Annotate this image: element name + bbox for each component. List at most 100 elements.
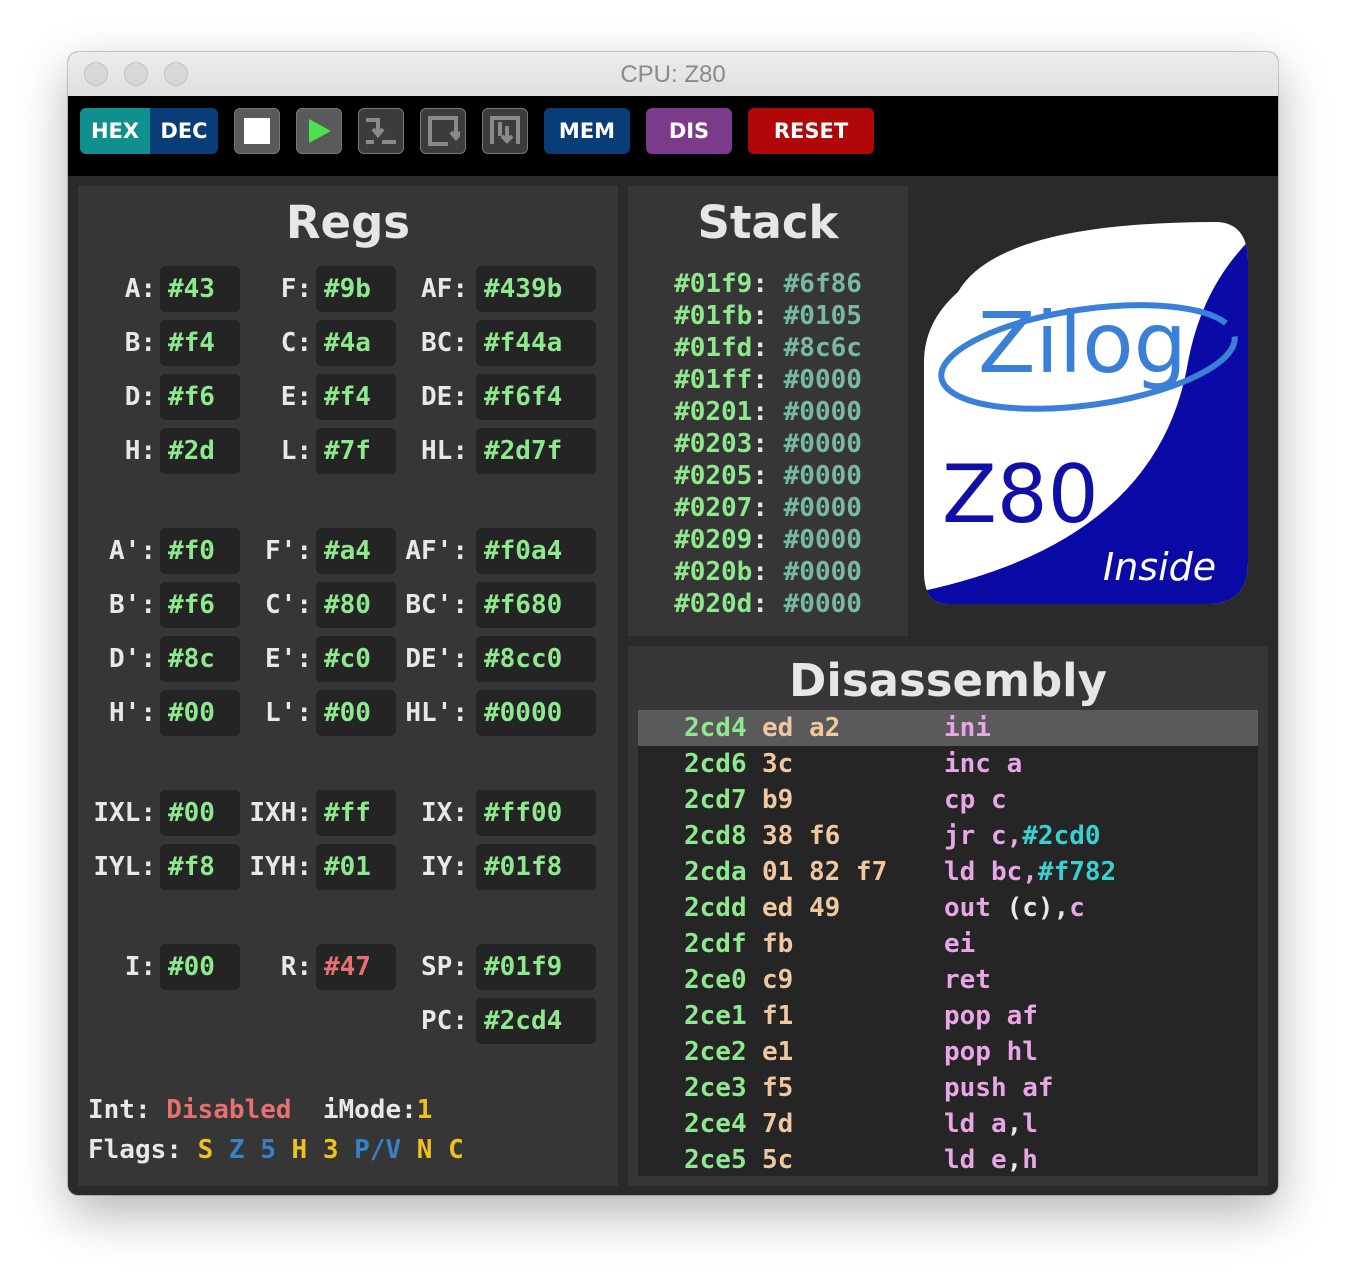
register-label: DE': <box>405 644 468 674</box>
disasm-address: 2cd4 <box>684 713 747 743</box>
register-value[interactable]: #f4 <box>316 374 396 420</box>
register-value[interactable]: #01 <box>316 844 396 890</box>
register-label: IYH: <box>249 852 312 882</box>
disasm-address: 2cda <box>684 857 747 887</box>
disasm-bytes: f5 <box>762 1073 794 1103</box>
imode-label: iMode: <box>322 1095 417 1125</box>
disasm-row[interactable]: 2cda 01 82 f7 ld bc,#f782 <box>638 854 1258 890</box>
disasm-row[interactable]: 2ce5 5c ld e,h <box>638 1142 1258 1176</box>
run-button[interactable] <box>296 108 342 154</box>
register-value[interactable]: #00 <box>160 944 240 990</box>
register-label: IXL: <box>93 798 156 828</box>
register-label: E': <box>265 644 312 674</box>
register-value[interactable]: #0000 <box>476 690 596 736</box>
register-value[interactable]: #4a <box>316 320 396 366</box>
disasm-row[interactable]: 2cdd ed 49 out (c),c <box>638 890 1258 926</box>
reset-button[interactable]: RESET <box>748 108 874 154</box>
register-label: SP: <box>421 952 468 982</box>
window-title: CPU: Z80 <box>620 61 726 88</box>
disasm-operand: (c), <box>1006 893 1070 923</box>
disasm-row[interactable]: 2cd6 3c inc a <box>638 746 1258 782</box>
register-value[interactable]: #439b <box>476 266 596 312</box>
register-label: PC: <box>421 1006 468 1036</box>
stack-value: #6f86 <box>783 269 862 299</box>
register-value[interactable]: #f6 <box>160 374 240 420</box>
register-value[interactable]: #9b <box>316 266 396 312</box>
disasm-row[interactable]: 2ce4 7d ld a,l <box>638 1106 1258 1142</box>
register-value[interactable]: #00 <box>316 690 396 736</box>
step-out-icon <box>490 116 520 144</box>
register-value[interactable]: #2cd4 <box>476 998 596 1044</box>
registers-title: Regs <box>285 196 411 249</box>
disasm-opcode: ei <box>944 929 976 959</box>
stack-address: #020b <box>674 557 753 587</box>
stack-entry: #020b: #0000 <box>628 556 908 588</box>
register-value[interactable]: #f44a <box>476 320 596 366</box>
stack-separator: : <box>752 397 784 427</box>
register-value[interactable]: #a4 <box>316 528 396 574</box>
register-value[interactable]: #f6f4 <box>476 374 596 420</box>
register-value[interactable]: #f0a4 <box>476 528 596 574</box>
disasm-instruction: pop hl <box>944 1034 1038 1070</box>
disasm-operand: , <box>1006 1109 1023 1139</box>
register-value[interactable]: #f4 <box>160 320 240 366</box>
disasm-row[interactable]: 2ce1 f1 pop af <box>638 998 1258 1034</box>
disasm-row[interactable]: 2ce0 c9 ret <box>638 962 1258 998</box>
register-value[interactable]: #43 <box>160 266 240 312</box>
flag-pv: P/V <box>354 1135 402 1165</box>
stack-entry: #0207: #0000 <box>628 492 908 524</box>
stack-address: #0209 <box>674 525 753 555</box>
register-value[interactable]: #2d <box>160 428 240 474</box>
step-over-icon <box>366 118 396 144</box>
disasm-row[interactable]: 2cd8 38 f6 jr c,#2cd0 <box>638 818 1258 854</box>
interrupt-status: Int: Disabled iMode:1 <box>88 1090 432 1130</box>
register-value[interactable]: #00 <box>160 790 240 836</box>
step-into-button[interactable] <box>420 108 466 154</box>
register-value[interactable]: #01f8 <box>476 844 596 890</box>
dec-toggle-button[interactable]: DEC <box>150 108 218 154</box>
step-over-button[interactable] <box>358 108 404 154</box>
register-value[interactable]: #47 <box>316 944 396 990</box>
disasm-register-operand: l <box>1022 1109 1038 1139</box>
stack-entry: #0209: #0000 <box>628 524 908 556</box>
disasm-row[interactable]: 2cd7 b9 cp c <box>638 782 1258 818</box>
memory-button[interactable]: MEM <box>544 108 630 154</box>
register-value[interactable]: #f6 <box>160 582 240 628</box>
register-value[interactable]: #80 <box>316 582 396 628</box>
disasm-row[interactable]: 2ce2 e1 pop hl <box>638 1034 1258 1070</box>
register-value[interactable]: #ff00 <box>476 790 596 836</box>
disasm-instruction: ld e,h <box>944 1142 1038 1176</box>
int-label: Int: <box>88 1095 151 1125</box>
register-value[interactable]: #00 <box>160 690 240 736</box>
stop-button[interactable] <box>234 108 280 154</box>
disasm-row-current[interactable]: 2cd4 ed a2 ini <box>638 710 1258 746</box>
register-value[interactable]: #8cc0 <box>476 636 596 682</box>
register-value[interactable]: #2d7f <box>476 428 596 474</box>
disasm-instruction: cp c <box>944 782 1007 818</box>
register-label: AF: <box>421 274 468 304</box>
register-value[interactable]: #ff <box>316 790 396 836</box>
register-value[interactable]: #f0 <box>160 528 240 574</box>
register-label: L': <box>265 698 312 728</box>
disassembly-button[interactable]: DIS <box>646 108 732 154</box>
disasm-immediate: #2cd0 <box>1022 821 1101 851</box>
disassembly-list[interactable]: 2cd4 ed a2 ini 2cd6 3c inc a 2cd7 b9 cp c 2cd8 38 … <box>638 710 1258 1176</box>
disasm-row[interactable]: 2ce3 f5 push af <box>638 1070 1258 1106</box>
disasm-address: 2cd8 <box>684 821 747 851</box>
hex-toggle-button[interactable]: HEX <box>80 108 150 154</box>
disasm-opcode: jr c, <box>944 821 1023 851</box>
stack-entry: #0201: #0000 <box>628 396 908 428</box>
flag-5: 5 <box>260 1135 276 1165</box>
step-out-button[interactable] <box>482 108 528 154</box>
disasm-row[interactable]: 2cdf fb ei <box>638 926 1258 962</box>
disasm-instruction: jr c,#2cd0 <box>944 818 1101 854</box>
imode-value: 1 <box>416 1095 433 1125</box>
register-value[interactable]: #8c <box>160 636 240 682</box>
register-value[interactable]: #c0 <box>316 636 396 682</box>
register-value[interactable]: #f8 <box>160 844 240 890</box>
register-value[interactable]: #f680 <box>476 582 596 628</box>
register-value[interactable]: #01f9 <box>476 944 596 990</box>
stack-value: #0000 <box>783 589 862 619</box>
register-value[interactable]: #7f <box>316 428 396 474</box>
disasm-opcode: pop hl <box>944 1037 1038 1067</box>
